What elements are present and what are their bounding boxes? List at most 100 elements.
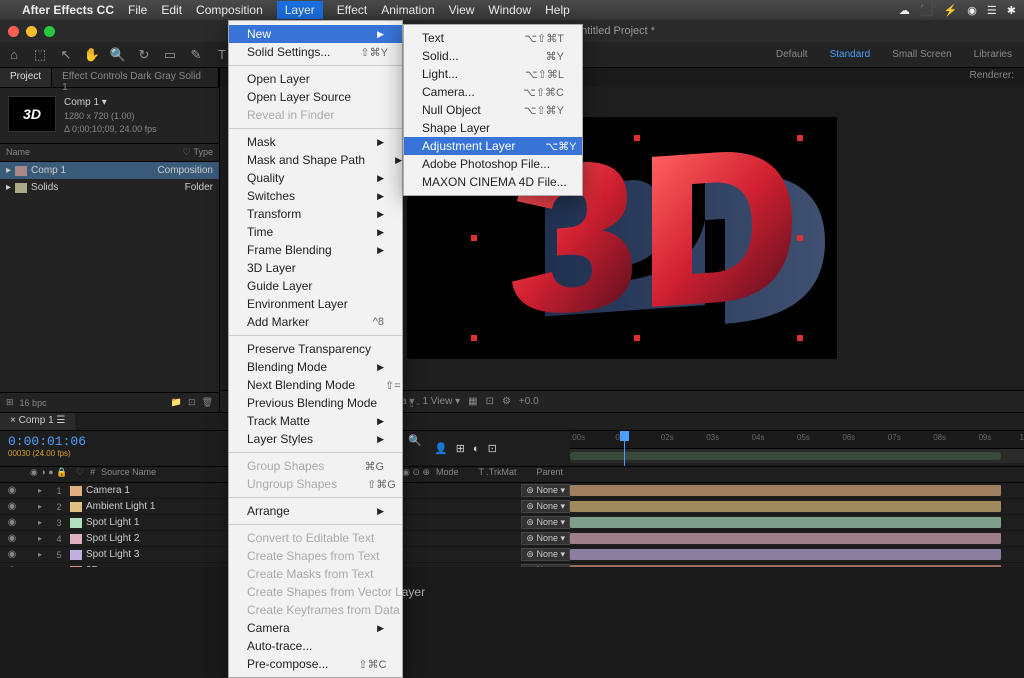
status-icon[interactable]: ⬛ [920,4,934,17]
menu-item[interactable]: Add Marker^8 [229,313,402,331]
search-icon[interactable]: 🔍 [408,434,422,463]
trash-icon[interactable]: 🗑 [202,397,213,408]
view-icon[interactable]: ⊡ [486,396,494,407]
resize-handle[interactable] [797,235,803,241]
status-icon[interactable]: ☰ [987,4,997,17]
status-icon[interactable]: ☁ [899,4,910,17]
exposure[interactable]: +0.0 [519,396,539,407]
rotate-tool[interactable]: ↻ [136,47,152,63]
workspace-small[interactable]: Small Screen [886,49,957,60]
menu-item[interactable]: Adjustment Layer⌥⌘Y [404,137,582,155]
menu-effect[interactable]: Effect [337,3,367,17]
status-icon[interactable]: ✱ [1007,4,1016,17]
menu-item[interactable]: Open Layer Source [229,88,402,106]
resize-handle[interactable] [634,335,640,341]
menu-item[interactable]: Layer Styles▶ [229,430,402,448]
comp-name[interactable]: Comp 1 ▾ [64,96,157,110]
menu-item[interactable]: Switches▶ [229,187,402,205]
menu-item[interactable]: Track Matte▶ [229,412,402,430]
menu-animation[interactable]: Animation [381,3,434,17]
menu-file[interactable]: File [128,3,147,17]
menu-item[interactable]: MAXON CINEMA 4D File... [404,173,582,191]
project-item[interactable]: ▸Comp 1Composition [0,162,219,179]
menu-item[interactable]: Solid...⌘Y [404,47,582,65]
menu-item[interactable]: Guide Layer [229,277,402,295]
renderer-label[interactable]: Renderer: [970,70,1014,84]
hand-tool[interactable]: ✋ [84,47,100,63]
zoom-tool[interactable]: 🔍 [110,47,126,63]
timeline-layer[interactable]: ◉▸63D⊕ ⊡⊚ None ▾ [0,563,1024,567]
timeline-layer[interactable]: ◉▸5Spot Light 3⊕⊚ None ▾ [0,547,1024,563]
app-name[interactable]: After Effects CC [22,3,114,17]
menu-item[interactable]: Transform▶ [229,205,402,223]
menu-item[interactable]: Previous Blending Mode⇧- [229,394,402,412]
menu-item[interactable]: Null Object⌥⇧⌘Y [404,101,582,119]
menu-item[interactable]: Light...⌥⇧⌘L [404,65,582,83]
resize-handle[interactable] [797,335,803,341]
switch-icon[interactable]: ◐ [473,443,480,455]
timeline-tab[interactable]: × Comp 1 ☰ [0,413,75,430]
menu-item[interactable]: Blending Mode▶ [229,358,402,376]
new-folder-icon[interactable]: 📁 [171,397,182,408]
resize-handle[interactable] [797,135,803,141]
view-icon[interactable]: ⚙ [502,396,511,407]
views-dropdown[interactable]: 1 View ▾ [422,396,460,407]
menu-item[interactable]: Quality▶ [229,169,402,187]
arrow-tool[interactable]: ↖ [58,47,74,63]
col-source[interactable]: Source Name [101,467,156,482]
tab-effect-controls[interactable]: Effect Controls Dark Gray Solid 1 [52,68,219,87]
menu-item[interactable]: Open Layer [229,70,402,88]
timeline-layer[interactable]: ◉▸4Spot Light 2⊕⊚ None ▾ [0,531,1024,547]
menu-item[interactable]: Shape Layer [404,119,582,137]
selection-tool[interactable]: ⬚ [32,47,48,63]
menu-layer[interactable]: Layer [277,1,323,19]
menu-view[interactable]: View [449,3,475,17]
menu-item[interactable]: Arrange▶ [229,502,402,520]
menu-item[interactable]: 3D Layer [229,259,402,277]
menu-item[interactable]: Time▶ [229,223,402,241]
menu-item[interactable]: Mask▶ [229,133,402,151]
menu-item[interactable]: Next Blending Mode⇧= [229,376,402,394]
menu-item[interactable]: Camera...⌥⇧⌘C [404,83,582,101]
menu-item[interactable]: Preserve Transparency [229,340,402,358]
shy-icon[interactable]: 👤 [434,442,448,455]
menu-edit[interactable]: Edit [161,3,182,17]
zoom-window[interactable] [44,26,55,37]
resize-handle[interactable] [471,335,477,341]
menu-item[interactable]: Auto-trace... [229,637,402,655]
col-name[interactable]: Name [6,147,179,158]
switch-icon[interactable]: ⊞ [456,442,465,455]
home-tool[interactable]: ⌂ [6,47,22,63]
workspace-default[interactable]: Default [770,49,814,60]
col-type[interactable]: Type [193,147,213,158]
time-ruler[interactable]: :00s 01s 02s 03s 04s 05s 06s 07s 08s 09s… [570,431,1024,449]
new-comp-icon[interactable]: ⊡ [188,397,196,408]
playhead[interactable] [624,431,625,466]
menu-item[interactable]: Text⌥⇧⌘T [404,29,582,47]
status-icon[interactable]: ◉ [967,4,977,17]
menu-item[interactable]: New▶ [229,25,402,43]
pen-tool[interactable]: ✎ [188,47,204,63]
menu-item[interactable]: Solid Settings...⇧⌘Y [229,43,402,61]
switch-icon[interactable]: ⊡ [488,442,497,455]
view-icon[interactable]: ▦ [468,396,477,407]
menu-item[interactable]: Environment Layer [229,295,402,313]
close-window[interactable] [8,26,19,37]
tab-project[interactable]: Project [0,68,52,87]
workspace-standard[interactable]: Standard [824,49,877,60]
menu-item[interactable]: Camera▶ [229,619,402,637]
comp-thumbnail[interactable]: 3D [8,96,56,132]
timeline-layer[interactable]: ◉▸2Ambient Light 1⊕⊚ None ▾ [0,499,1024,515]
status-icon[interactable]: ⚡ [944,4,958,17]
interpret-icon[interactable]: ⊞ [6,397,14,408]
workspace-libraries[interactable]: Libraries [968,49,1018,60]
rect-tool[interactable]: ▭ [162,47,178,63]
menu-item[interactable]: Adobe Photoshop File... [404,155,582,173]
timecode[interactable]: 0:00:01:06 [8,434,86,449]
resize-handle[interactable] [634,135,640,141]
timeline-layer[interactable]: ◉▸1Camera 1⊕⊚ None ▾ [0,483,1024,499]
menu-item[interactable]: Pre-compose...⇧⌘C [229,655,402,673]
minimize-window[interactable] [26,26,37,37]
resize-handle[interactable] [471,235,477,241]
timeline-layer[interactable]: ◉▸3Spot Light 1⊕⊚ None ▾ [0,515,1024,531]
